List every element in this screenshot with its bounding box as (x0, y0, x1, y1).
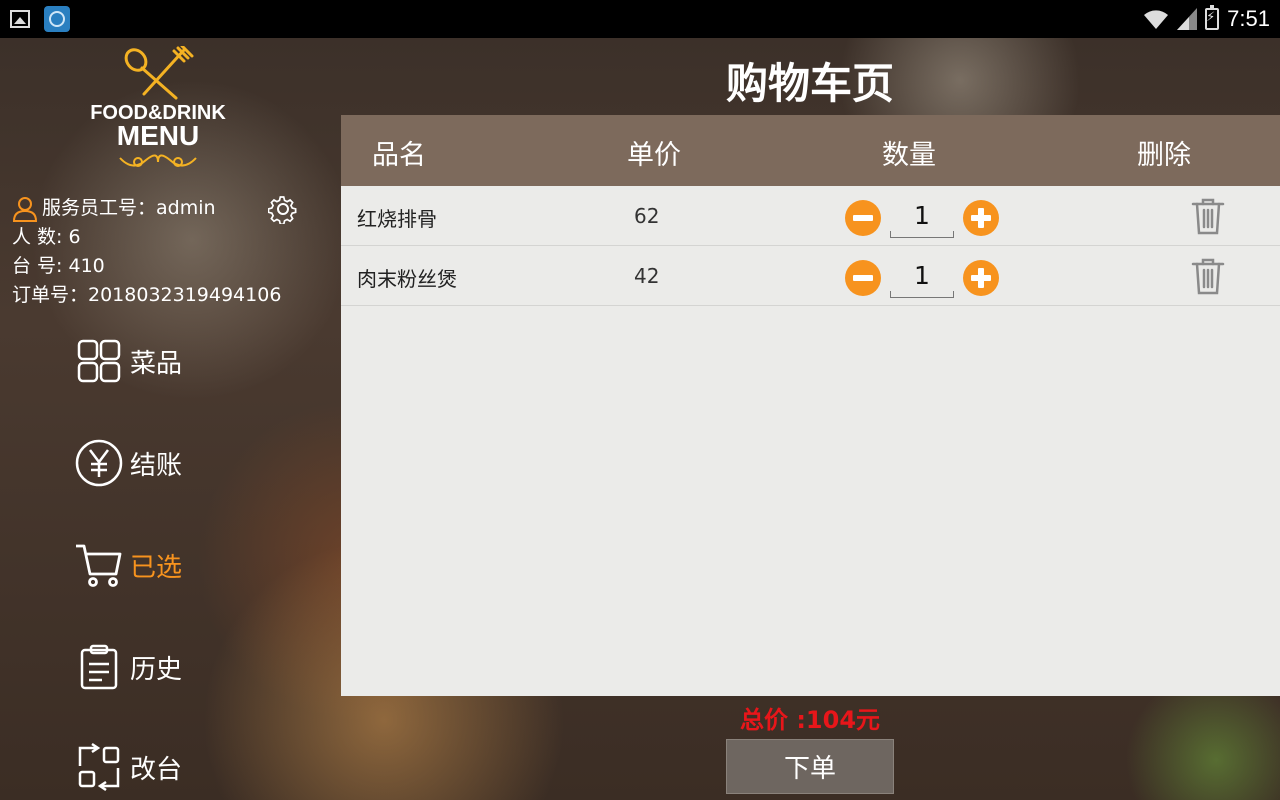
waiter-id: 服务员工号：admin (42, 197, 216, 219)
nav-history[interactable]: 历史 (74, 642, 182, 692)
yuan-icon (75, 439, 123, 487)
total-price: 总价 :104元 (739, 706, 881, 734)
clipboard-icon (80, 644, 118, 690)
table-header: 品名 单价 数量 删除 (341, 115, 1280, 186)
header-qty: 数量 (882, 140, 936, 171)
settings-gear-icon[interactable] (268, 194, 298, 224)
cart-table: 品名 单价 数量 删除 红烧排骨 62 1 肉末粉丝煲 42 1 (341, 115, 1280, 696)
table-row: 肉末粉丝煲 42 1 (341, 246, 1280, 306)
minus-icon[interactable] (845, 200, 881, 236)
quantity-stepper: 1 (845, 258, 999, 298)
nav-dishes-label: 菜品 (130, 348, 183, 379)
clock: 7:51 (1227, 6, 1270, 31)
logo: FOOD&DRINK MENU (88, 46, 228, 171)
item-price: 62 (634, 204, 660, 228)
battery-icon (1205, 5, 1220, 30)
session-info: 服务员工号：admin 人 数: 6 台 号: 410 订单号：20180323… (12, 194, 281, 310)
user-icon (12, 196, 38, 222)
signal-icon (1177, 8, 1198, 30)
image-notification-icon (10, 10, 30, 28)
nav-checkout-label: 结账 (130, 450, 183, 481)
trash-icon[interactable] (1191, 197, 1225, 235)
table-number: 台 号: 410 (12, 255, 105, 277)
nav-selected-label: 已选 (130, 552, 183, 583)
cart-icon (76, 544, 122, 587)
swap-icon (78, 742, 120, 792)
quantity-stepper: 1 (845, 198, 999, 238)
quantity-field[interactable]: 1 (890, 198, 954, 238)
item-name: 肉末粉丝煲 (357, 267, 457, 291)
header-name: 品名 (372, 140, 426, 171)
people-count: 人 数: 6 (12, 226, 81, 248)
wifi-icon (1144, 10, 1169, 29)
nav-dishes[interactable]: 菜品 (74, 336, 182, 386)
item-name: 红烧排骨 (357, 207, 437, 231)
nav-change-table-label: 改台 (130, 754, 183, 785)
nav-checkout[interactable]: 结账 (74, 438, 182, 488)
header-delete: 删除 (1137, 140, 1191, 171)
nav-history-label: 历史 (130, 654, 183, 685)
place-order-button[interactable]: 下单 (726, 739, 894, 794)
page-title: 购物车页 (725, 59, 894, 108)
header-price: 单价 (627, 140, 681, 171)
plus-icon[interactable] (963, 260, 999, 296)
table-row: 红烧排骨 62 1 (341, 186, 1280, 246)
order-number: 订单号：2018032319494106 (12, 284, 282, 306)
sidebar: FOOD&DRINK MENU 服务员工号：admin 人 数: 6 台 号: … (0, 38, 340, 800)
logo-ornament-icon (119, 154, 197, 167)
quantity-field[interactable]: 1 (890, 258, 954, 298)
grid-icon (77, 339, 121, 383)
app-notification-icon (44, 6, 70, 32)
nav-selected[interactable]: 已选 (74, 540, 182, 590)
item-price: 42 (634, 264, 660, 288)
trash-icon[interactable] (1191, 257, 1225, 295)
fork-spoon-icon (124, 46, 194, 100)
nav-change-table[interactable]: 改台 (74, 742, 182, 792)
minus-icon[interactable] (845, 260, 881, 296)
status-bar: 7:51 (0, 0, 1280, 38)
plus-icon[interactable] (963, 200, 999, 236)
